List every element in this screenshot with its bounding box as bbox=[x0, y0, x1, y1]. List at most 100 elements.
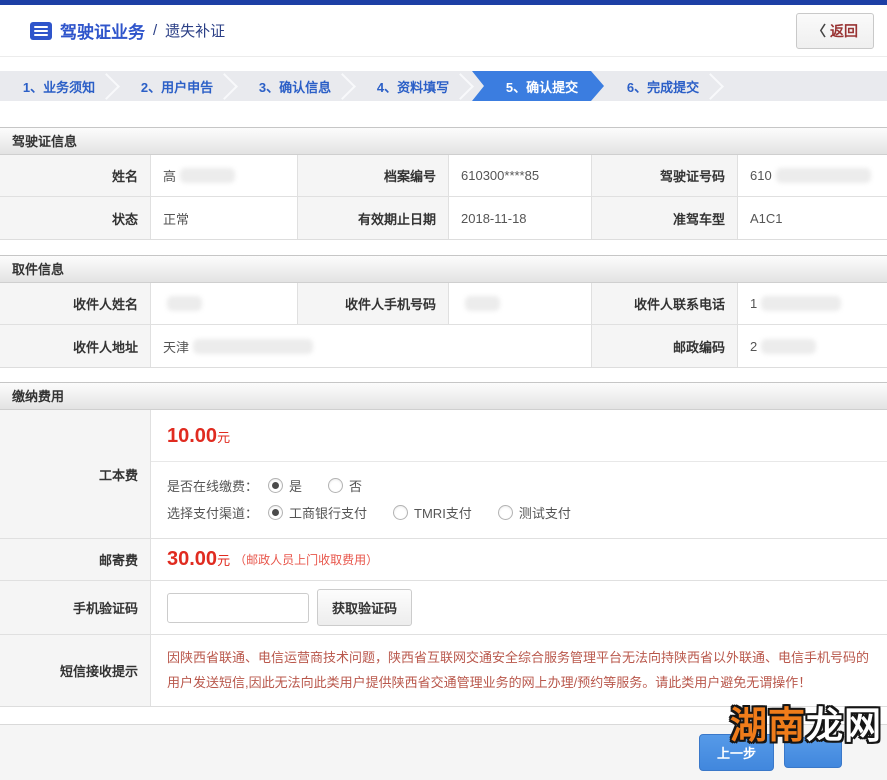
license-number-value: 610 bbox=[738, 155, 887, 196]
expiry-label: 有效期止日期 bbox=[298, 197, 449, 239]
postage-fee-label: 邮寄费 bbox=[0, 539, 151, 580]
sms-code-input[interactable] bbox=[167, 593, 309, 623]
redacted-blur bbox=[465, 296, 500, 311]
recipient-mobile-label: 收件人手机号码 bbox=[298, 283, 449, 324]
file-number-value: 610300****85 bbox=[449, 155, 592, 196]
redacted-blur bbox=[180, 168, 235, 183]
breadcrumb-current: 遗失补证 bbox=[165, 20, 225, 41]
step-4-fill-data[interactable]: 4、资料填写 bbox=[354, 71, 472, 101]
step-5-label: 5、确认提交 bbox=[506, 77, 578, 96]
redacted-blur bbox=[761, 296, 841, 311]
step-4-label: 4、资料填写 bbox=[377, 77, 449, 96]
name-label: 姓名 bbox=[0, 155, 151, 196]
sms-notice-text: 因陕西省联通、电信运营商技术问题，陕西省互联网交通安全综合服务管理平台无法向持陕… bbox=[167, 645, 871, 696]
vehicle-class-label: 准驾车型 bbox=[592, 197, 738, 239]
get-code-button[interactable]: 获取验证码 bbox=[317, 589, 412, 626]
pickup-section-title: 取件信息 bbox=[0, 255, 887, 283]
sms-code-label: 手机验证码 bbox=[0, 581, 151, 634]
fees-section-title: 缴纳费用 bbox=[0, 382, 887, 410]
back-button-label: 返回 bbox=[830, 21, 858, 41]
channel-tmri-label[interactable]: TMRI支付 bbox=[414, 503, 472, 522]
payment-options: 是否在线缴费： 是 否 选择支付渠道： 工商银行支付 TMRI支付 测试支付 bbox=[151, 462, 887, 538]
channel-icbc-label[interactable]: 工商银行支付 bbox=[289, 503, 367, 522]
sms-notice-label: 短信接收提示 bbox=[0, 635, 151, 706]
recipient-address-label: 收件人地址 bbox=[0, 325, 151, 367]
zip-code-value: 2 bbox=[738, 325, 887, 367]
status-label: 状态 bbox=[0, 197, 151, 239]
footer-action-bar: 上一步 bbox=[0, 724, 887, 780]
step-1-label: 1、业务须知 bbox=[23, 77, 95, 96]
previous-step-button[interactable]: 上一步 bbox=[699, 734, 774, 771]
step-6-complete-submit[interactable]: 6、完成提交 bbox=[604, 71, 722, 101]
production-fee-value: 10.00元 是否在线缴费： 是 否 选择支付渠道： 工商银行支付 TMRI支付 bbox=[151, 410, 887, 538]
expiry-value: 2018-11-18 bbox=[449, 197, 592, 239]
payment-channel-question-line: 选择支付渠道： 工商银行支付 TMRI支付 测试支付 bbox=[167, 499, 871, 526]
recipient-name-value bbox=[151, 283, 298, 324]
redacted-blur bbox=[761, 339, 816, 354]
license-number-label: 驾驶证号码 bbox=[592, 155, 738, 196]
vehicle-class-value: A1C1 bbox=[738, 197, 887, 239]
step-1-business-notice[interactable]: 1、业务须知 bbox=[0, 71, 118, 101]
license-section-title: 驾驶证信息 bbox=[0, 127, 887, 155]
redacted-blur bbox=[193, 339, 313, 354]
step-5-confirm-submit-active[interactable]: 5、确认提交 bbox=[472, 71, 604, 101]
online-yes-label[interactable]: 是 bbox=[289, 476, 302, 495]
postage-fee-unit: 元 bbox=[217, 550, 230, 569]
table-row: 姓名 高 档案编号 610300****85 驾驶证号码 610 bbox=[0, 155, 887, 197]
step-2-label: 2、用户申告 bbox=[141, 77, 213, 96]
online-payment-question: 是否在线缴费： bbox=[167, 476, 258, 495]
license-info-section: 驾驶证信息 姓名 高 档案编号 610300****85 驾驶证号码 610 状… bbox=[0, 127, 887, 240]
production-fee-unit: 元 bbox=[217, 430, 230, 445]
step-6-label: 6、完成提交 bbox=[627, 77, 699, 96]
step-navigation: 1、业务须知 2、用户申告 3、确认信息 4、资料填写 5、确认提交 6、完成提… bbox=[0, 71, 887, 101]
step-3-confirm-info[interactable]: 3、确认信息 bbox=[236, 71, 354, 101]
redacted-blur bbox=[167, 296, 202, 311]
production-fee-row: 工本费 10.00元 是否在线缴费： 是 否 选择支付渠道： 工商银行支付 bbox=[0, 410, 887, 539]
sms-code-row: 手机验证码 获取验证码 bbox=[0, 581, 887, 635]
postage-fee-row: 邮寄费 30.00元 （邮政人员上门收取费用） bbox=[0, 539, 887, 581]
recipient-address-value: 天津 bbox=[151, 325, 592, 367]
recipient-phone-label: 收件人联系电话 bbox=[592, 283, 738, 324]
file-number-label: 档案编号 bbox=[298, 155, 449, 196]
page-header: 驾驶证业务 / 遗失补证 〈 返回 bbox=[0, 5, 887, 57]
step-2-user-declaration[interactable]: 2、用户申告 bbox=[118, 71, 236, 101]
radio-online-yes[interactable] bbox=[268, 478, 283, 493]
step-3-label: 3、确认信息 bbox=[259, 77, 331, 96]
production-fee-label: 工本费 bbox=[0, 410, 151, 538]
redacted-blur bbox=[776, 168, 871, 183]
table-row: 收件人姓名 收件人手机号码 收件人联系电话 1 bbox=[0, 283, 887, 325]
back-button[interactable]: 〈 返回 bbox=[796, 13, 874, 49]
radio-channel-icbc[interactable] bbox=[268, 505, 283, 520]
sms-notice-row: 短信接收提示 因陕西省联通、电信运营商技术问题，陕西省互联网交通安全综合服务管理… bbox=[0, 635, 887, 706]
zip-code-label: 邮政编码 bbox=[592, 325, 738, 367]
submit-button[interactable] bbox=[784, 737, 842, 768]
postage-fee-value: 30.00元 （邮政人员上门收取费用） bbox=[151, 539, 887, 580]
fees-section: 缴纳费用 工本费 10.00元 是否在线缴费： 是 否 选择支付渠道： 工商银行… bbox=[0, 382, 887, 707]
online-payment-question-line: 是否在线缴费： 是 否 bbox=[167, 472, 871, 499]
status-value: 正常 bbox=[151, 197, 298, 239]
back-chevron-icon: 〈 bbox=[812, 21, 826, 41]
steps-filler bbox=[722, 71, 887, 101]
payment-channel-question: 选择支付渠道： bbox=[167, 503, 258, 522]
sms-notice-value: 因陕西省联通、电信运营商技术问题，陕西省互联网交通安全综合服务管理平台无法向持陕… bbox=[151, 635, 887, 706]
recipient-mobile-value bbox=[449, 283, 592, 324]
table-row: 收件人地址 天津 邮政编码 2 bbox=[0, 325, 887, 367]
postage-fee-note: （邮政人员上门收取费用） bbox=[234, 551, 378, 568]
breadcrumb: 驾驶证业务 / 遗失补证 bbox=[30, 18, 225, 43]
pickup-info-section: 取件信息 收件人姓名 收件人手机号码 收件人联系电话 1 收件人地址 天津 邮政… bbox=[0, 255, 887, 368]
radio-channel-tmri[interactable] bbox=[393, 505, 408, 520]
page-title: 驾驶证业务 bbox=[60, 18, 145, 43]
production-fee-amount-line: 10.00元 bbox=[151, 410, 887, 462]
postage-fee-amount: 30.00 bbox=[167, 548, 217, 571]
radio-online-no[interactable] bbox=[328, 478, 343, 493]
license-business-icon bbox=[30, 22, 52, 40]
production-fee-amount: 10.00 bbox=[167, 425, 217, 447]
sms-code-value: 获取验证码 bbox=[151, 581, 887, 634]
channel-test-label[interactable]: 测试支付 bbox=[519, 503, 571, 522]
breadcrumb-separator: / bbox=[153, 22, 157, 39]
table-row: 状态 正常 有效期止日期 2018-11-18 准驾车型 A1C1 bbox=[0, 197, 887, 239]
radio-channel-test[interactable] bbox=[498, 505, 513, 520]
recipient-phone-value: 1 bbox=[738, 283, 887, 324]
online-no-label[interactable]: 否 bbox=[349, 476, 362, 495]
recipient-name-label: 收件人姓名 bbox=[0, 283, 151, 324]
